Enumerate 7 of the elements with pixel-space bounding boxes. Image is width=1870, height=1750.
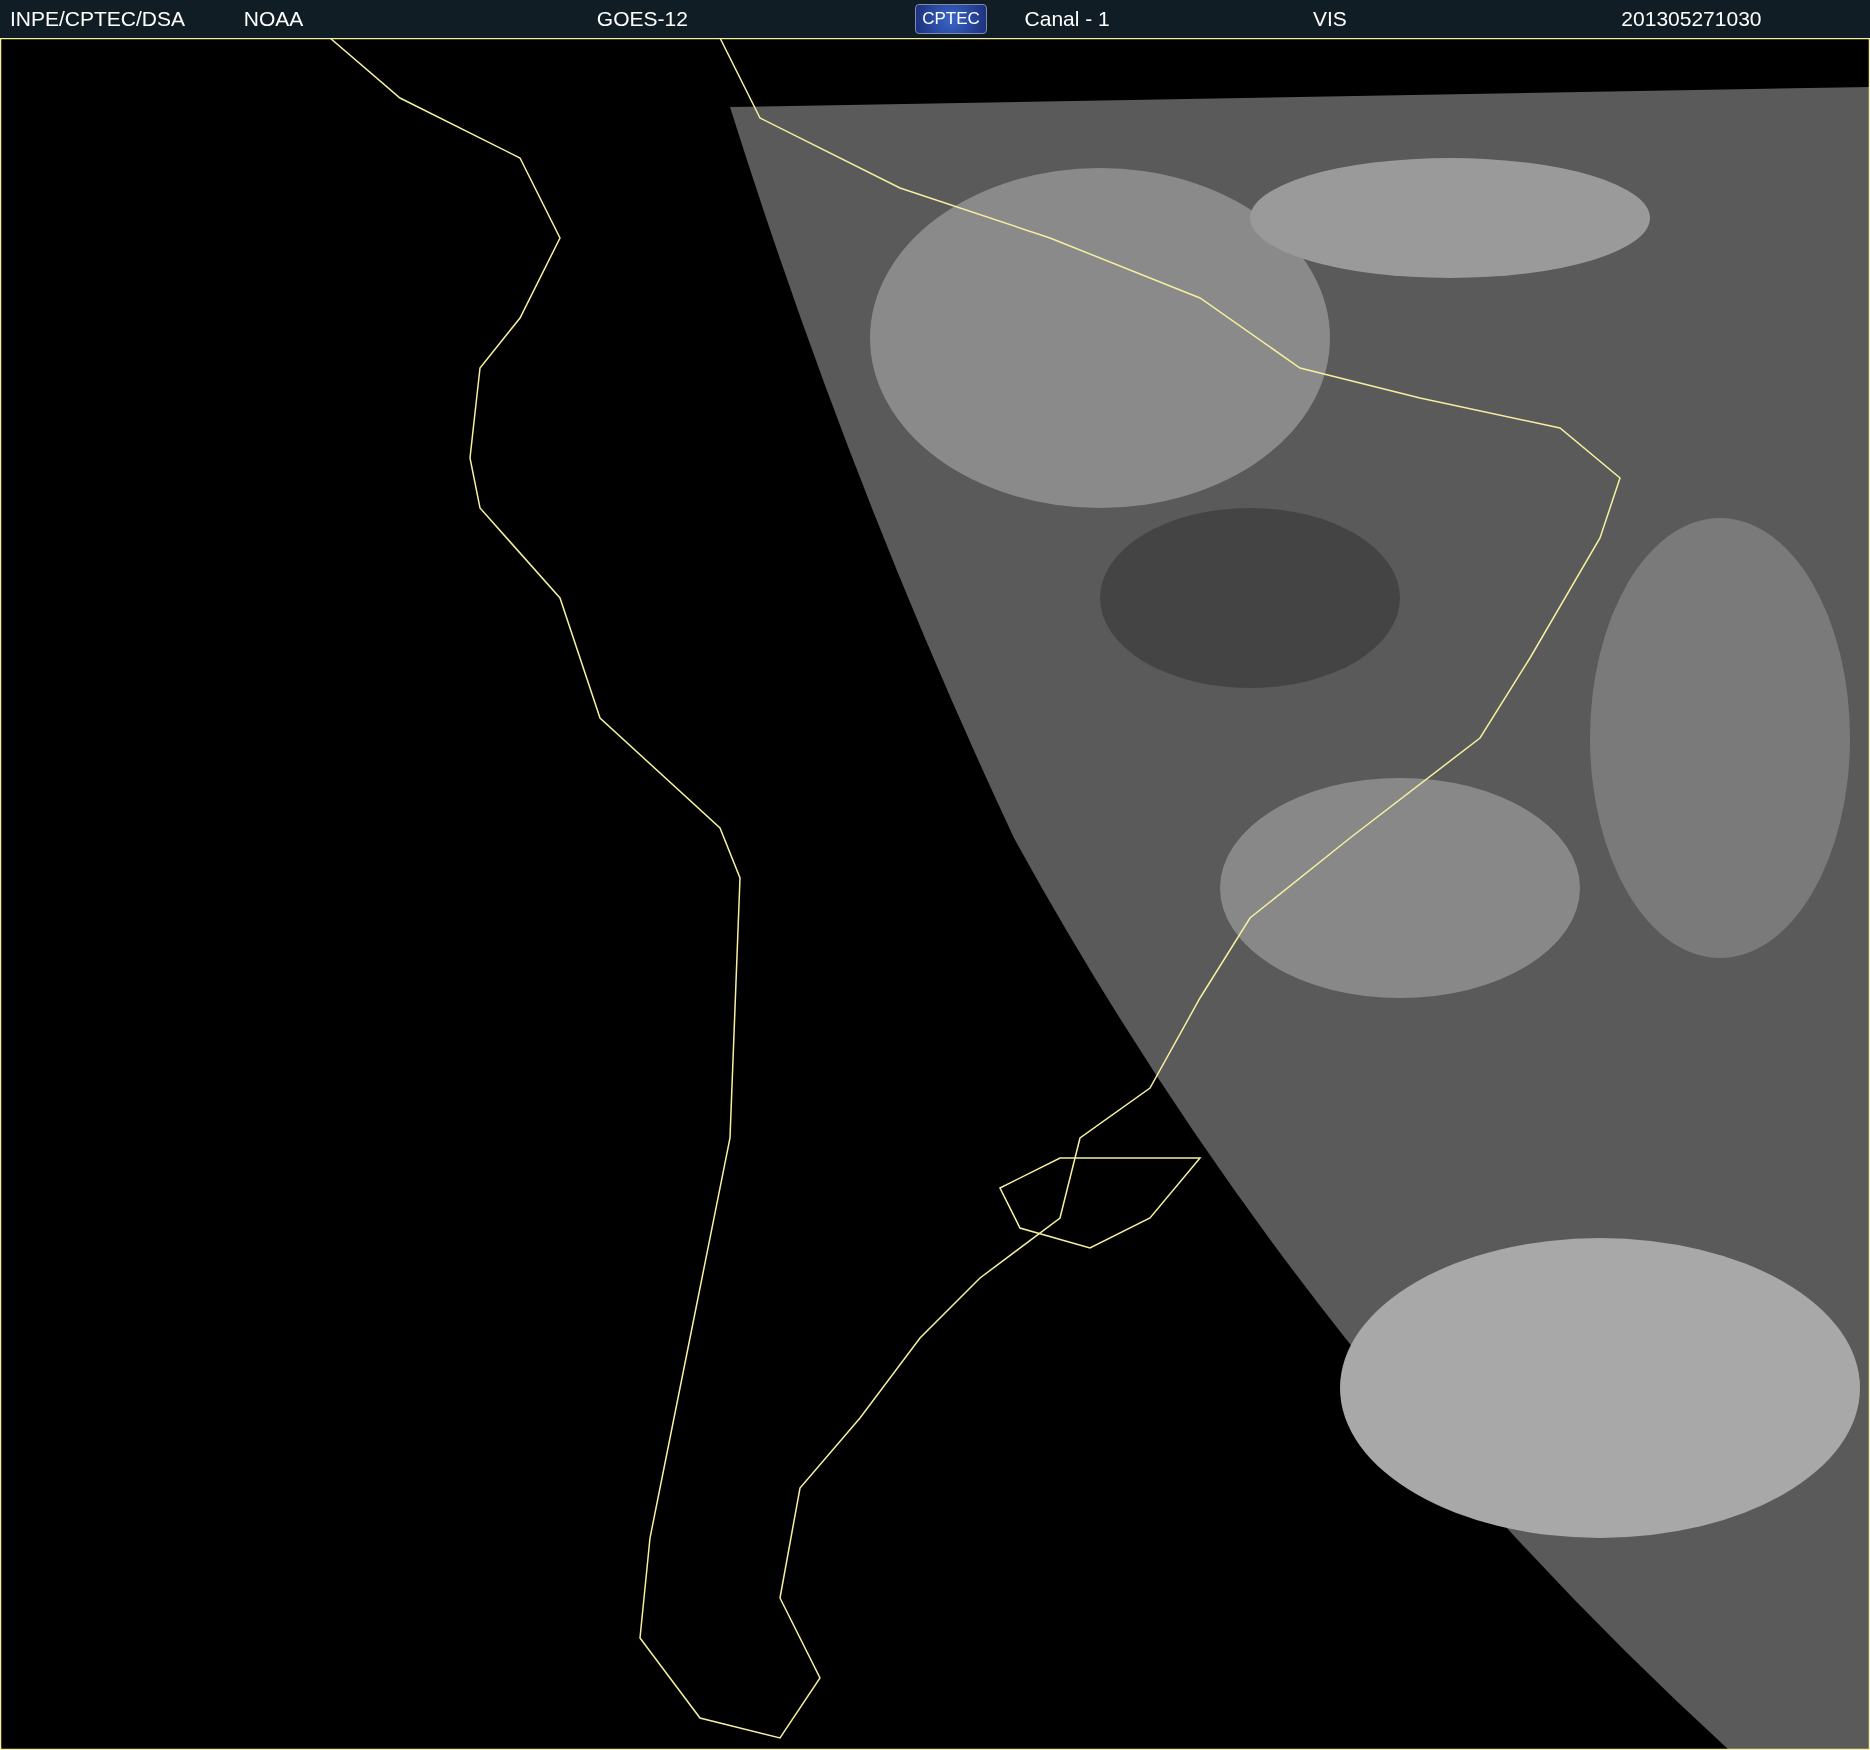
header-text: GOES-12 [596,7,688,31]
header-text: VIS [1313,7,1347,31]
logo: CPTEC [915,4,987,34]
header-text: Canal - 1 [1024,7,1110,31]
header-text: 201305271030 [1621,7,1762,31]
header-text: INPE/CPTEC/DSA [10,7,186,31]
header-text: NOAA [243,7,304,31]
